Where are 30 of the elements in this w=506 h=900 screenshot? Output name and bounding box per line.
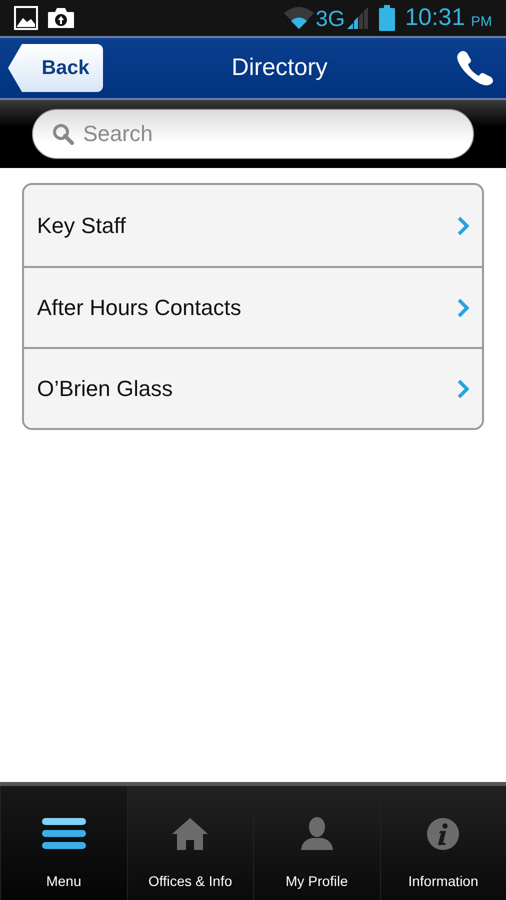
tab[interactable]: Offices & Info — [126, 786, 253, 900]
tab[interactable]: Information — [380, 786, 506, 900]
tab[interactable]: My Profile — [253, 786, 380, 900]
directory-item[interactable]: After Hours Contacts — [24, 266, 482, 347]
chevron-icon — [457, 216, 469, 236]
item-label: O’Brien Glass — [37, 375, 174, 403]
network-type: 3G — [316, 4, 345, 32]
directory-item[interactable]: Key Staff — [24, 185, 482, 266]
clock-meridiem: PM — [471, 12, 492, 30]
camera-icon — [47, 6, 75, 30]
screen-title: Directory — [231, 53, 328, 83]
person-icon — [298, 817, 335, 851]
chevron-icon — [457, 378, 469, 398]
battery-icon — [378, 5, 395, 31]
signal-icon — [346, 7, 369, 29]
clock-time: 10:31 — [404, 3, 465, 33]
back-button[interactable]: Back — [8, 44, 103, 92]
menu-icon — [42, 817, 86, 851]
search-icon — [52, 123, 74, 145]
chevron-icon — [457, 298, 469, 318]
item-label: After Hours Contacts — [37, 294, 242, 322]
tab[interactable]: Menu — [0, 786, 126, 900]
phone-icon[interactable] — [456, 50, 494, 86]
wifi-icon — [284, 7, 314, 29]
info-icon — [426, 817, 460, 851]
home-icon — [171, 817, 210, 851]
directory-item[interactable]: O’Brien Glass — [24, 347, 482, 428]
item-label: Key Staff — [37, 212, 127, 240]
image-icon — [14, 6, 38, 30]
search-field[interactable]: Search — [32, 109, 474, 159]
